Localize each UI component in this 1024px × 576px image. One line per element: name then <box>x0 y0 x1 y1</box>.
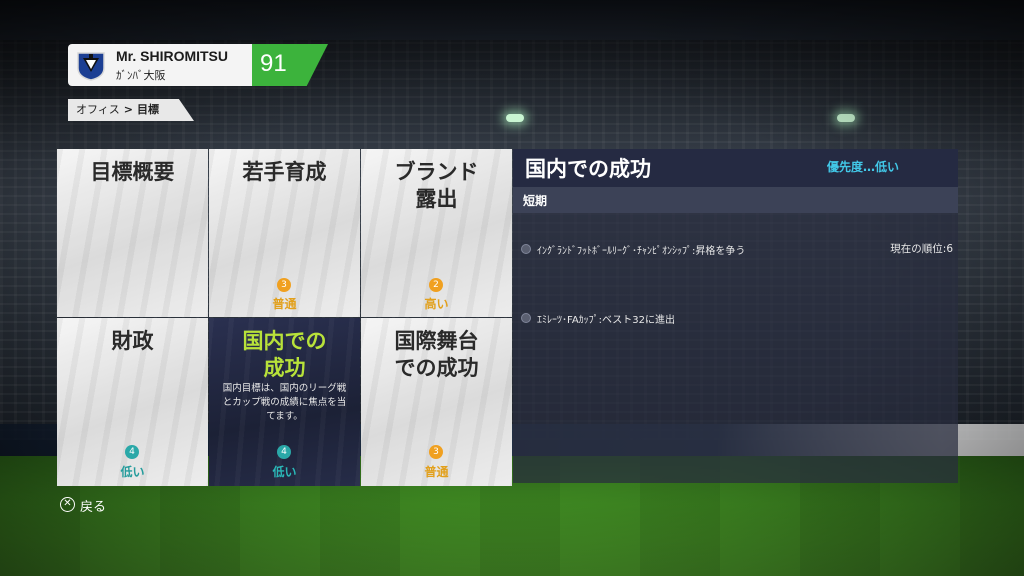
priority-level: 普通 <box>424 465 449 479</box>
section-header: 短期 <box>513 187 958 213</box>
priority-level: 低い <box>272 465 297 479</box>
priority-number-badge: 4 <box>125 445 139 459</box>
objective-text: ｴﾐﾚｰﾂ･FAｶｯﾌﾟ:ベスト32に進出 <box>537 315 675 326</box>
tile-title-line: 財政 <box>111 329 154 353</box>
club-name: ｶﾞﾝﾊﾞ大阪 <box>116 69 166 82</box>
breadcrumb-separator: > <box>123 103 133 116</box>
club-rating: 91 <box>260 50 287 77</box>
manager-profile: Mr. SHIROMITSU ｶﾞﾝﾊﾞ大阪 91 <box>68 44 328 86</box>
breadcrumb-parent[interactable]: オフィス <box>76 103 120 116</box>
tile-title: 国際舞台 での成功 <box>361 328 512 382</box>
tile-title-line: 若手育成 <box>242 160 327 184</box>
priority-number-badge: 4 <box>277 445 291 459</box>
tile-description: 国内目標は、国内のリーグ戦とカップ戦の成績に焦点を当てます。 <box>222 383 347 422</box>
tile-title-line: 国内での <box>242 329 327 353</box>
tile-title: 国内での 成功 <box>209 328 360 382</box>
panel-priority: 優先度…低い <box>827 160 900 174</box>
priority-level: 低い <box>120 465 145 479</box>
panel-title: 国内での成功 <box>525 157 651 181</box>
objective-text: ｲﾝｸﾞﾗﾝﾄﾞﾌｯﾄﾎﾞｰﾙﾘｰｸﾞ･ﾁｬﾝﾋﾟｵﾝｼｯﾌﾟ:昇格を争う <box>537 246 746 257</box>
tile-title: 財政 <box>57 328 208 355</box>
breadcrumb: オフィス > 目標 <box>68 99 194 121</box>
cross-button-icon: ✕ <box>60 497 75 512</box>
back-label: 戻る <box>80 500 107 515</box>
tile-title: 目標概要 <box>57 159 208 186</box>
tile-brand-exposure[interactable]: ブランド 露出 2 高い <box>361 149 512 317</box>
tile-domestic-success[interactable]: 国内での 成功 国内目標は、国内のリーグ戦とカップ戦の成績に焦点を当てます。 4… <box>209 318 360 486</box>
tile-title-line: 成功 <box>263 356 306 380</box>
club-rating-badge: 91 <box>252 44 328 86</box>
tile-title: ブランド 露出 <box>361 159 512 213</box>
priority-number-badge: 3 <box>277 278 291 292</box>
tile-title-line: での成功 <box>394 356 479 380</box>
priority-number-badge: 2 <box>429 278 443 292</box>
panel-header: 国内での成功 優先度…低い <box>513 149 958 187</box>
tile-youth-development[interactable]: 若手育成 3 普通 <box>209 149 360 317</box>
objective-item[interactable]: ｴﾐﾚｰﾂ･FAｶｯﾌﾟ:ベスト32に進出 <box>521 309 953 327</box>
objective-detail-panel: 国内での成功 優先度…低い 短期 ｲﾝｸﾞﾗﾝﾄﾞﾌｯﾄﾎﾞｰﾙﾘｰｸﾞ･ﾁｬﾝ… <box>513 149 958 483</box>
priority-level: 普通 <box>272 297 297 311</box>
tile-title-line: 露出 <box>415 187 458 211</box>
priority-number-badge: 3 <box>429 445 443 459</box>
tile-title-line: 国際舞台 <box>394 329 479 353</box>
section-title: 短期 <box>523 194 548 208</box>
manager-name: Mr. SHIROMITSU <box>116 48 229 64</box>
objective-status-dot <box>521 313 531 323</box>
objectives-grid: 目標概要 若手育成 3 普通 ブランド 露出 2 高い 財政 4 低い 国内での… <box>57 149 512 486</box>
tile-objective-overview[interactable]: 目標概要 <box>57 149 208 317</box>
breadcrumb-current: 目標 <box>137 103 159 116</box>
objective-item[interactable]: ｲﾝｸﾞﾗﾝﾄﾞﾌｯﾄﾎﾞｰﾙﾘｰｸﾞ･ﾁｬﾝﾋﾟｵﾝｼｯﾌﾟ:昇格を争う 現在… <box>521 240 953 258</box>
tile-title: 若手育成 <box>209 159 360 186</box>
club-crest-icon <box>77 52 105 81</box>
objective-status-dot <box>521 244 531 254</box>
tile-international-success[interactable]: 国際舞台 での成功 3 普通 <box>361 318 512 486</box>
tile-title-line: 目標概要 <box>90 160 175 184</box>
tile-finance[interactable]: 財政 4 低い <box>57 318 208 486</box>
priority-level: 高い <box>424 297 449 311</box>
tile-title-line: ブランド <box>394 160 479 184</box>
objective-status: 現在の順位:6 <box>890 243 953 255</box>
